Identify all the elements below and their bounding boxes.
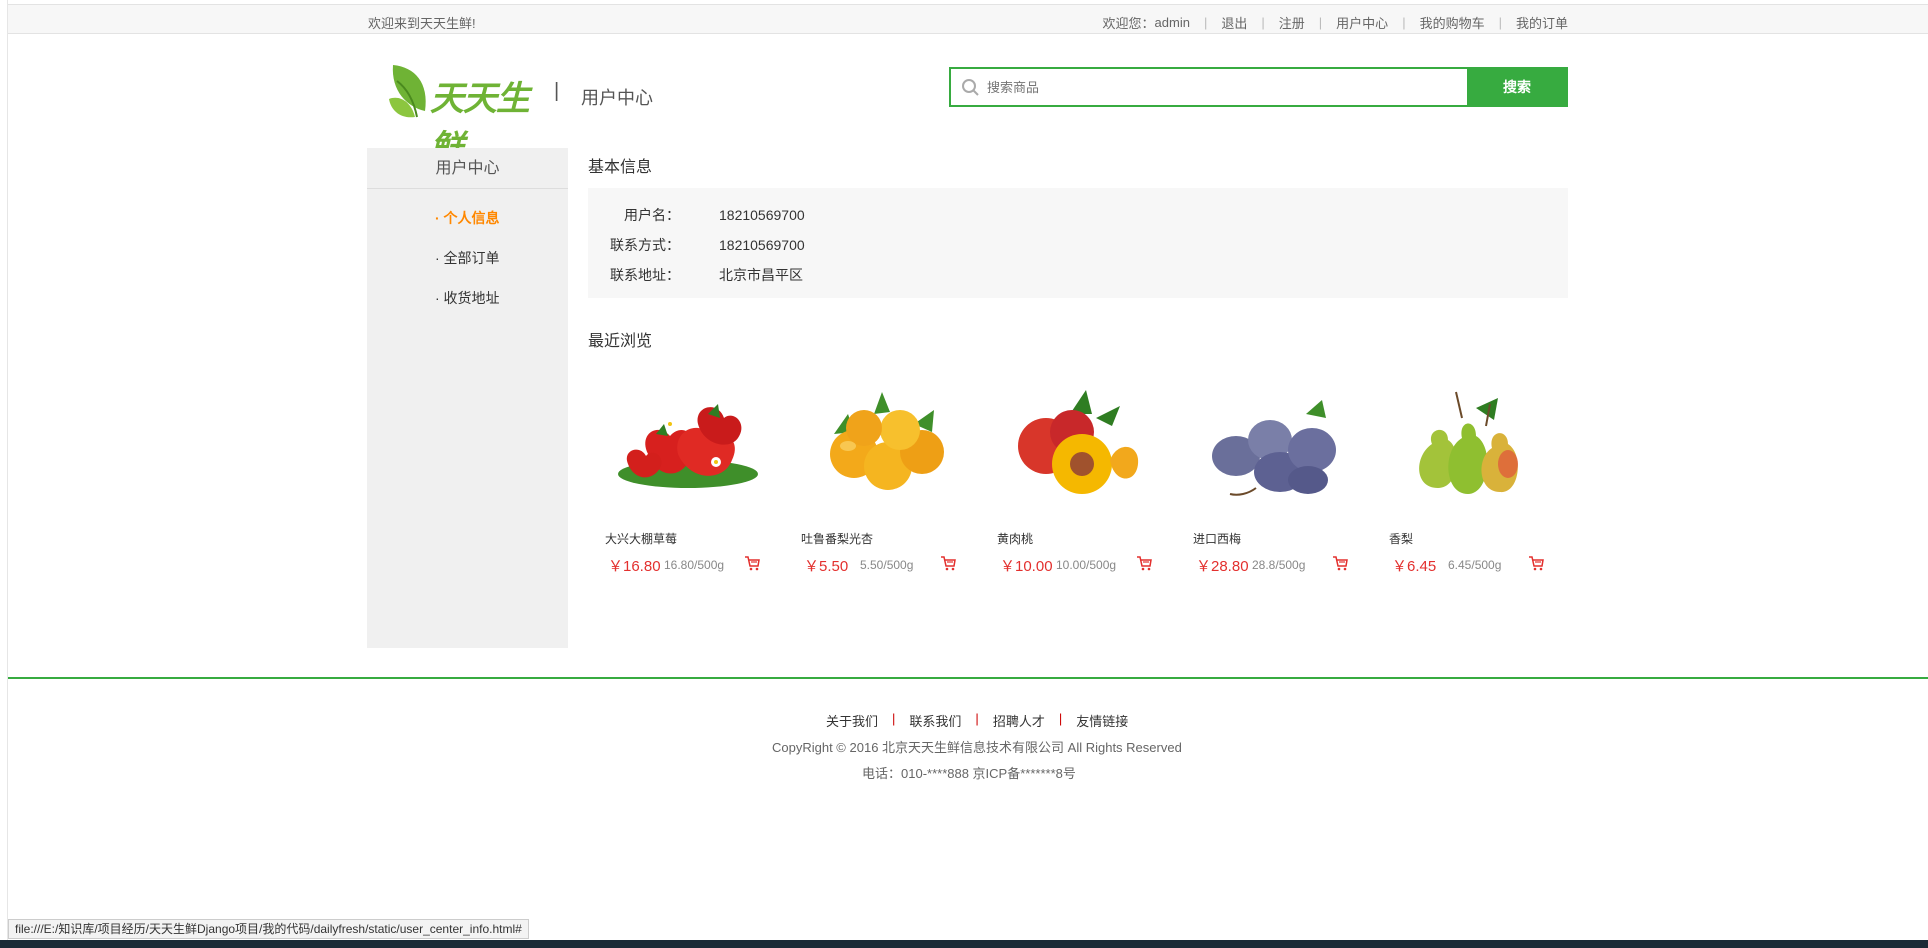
basic-info-title: 基本信息 [588, 159, 653, 176]
my-cart-link[interactable]: 我的购物车 [1420, 13, 1485, 32]
page-title: 用户中心 [581, 88, 653, 108]
recent-title: 最近浏览 [588, 333, 653, 350]
recent-goods-list: 大兴大棚草莓 ￥16.80 16.80/500g 吐鲁番梨光杏 ￥5.50 5.… [588, 374, 1568, 584]
goods-price: ￥5.50 [804, 558, 849, 575]
footer-link-friends[interactable]: 友情链接 [1076, 711, 1128, 730]
footer-link-contact[interactable]: 联系我们 [909, 711, 961, 730]
logout-link[interactable]: 退出 [1221, 13, 1247, 32]
logo[interactable]: 天天生鲜 [385, 61, 540, 168]
search-button[interactable]: 搜索 [1467, 68, 1567, 106]
add-to-cart-icon[interactable] [744, 555, 760, 571]
info-label: 联系地址： [610, 267, 680, 283]
copyright-text: CopyRight © 2016 北京天天生鲜信息技术有限公司 All Righ… [772, 740, 1182, 755]
goods-item[interactable]: 香梨 ￥6.45 6.45/500g [1372, 374, 1568, 584]
search-bar: 搜索 [949, 67, 1568, 107]
add-to-cart-icon[interactable] [940, 555, 956, 571]
my-orders-link[interactable]: 我的订单 [1516, 13, 1568, 32]
top-bar: 欢迎来到天天生鲜! 欢迎您： admin | 退出 | 注册 | 用户中心 | … [8, 4, 1928, 34]
goods-unit: 5.50/500g [860, 558, 914, 572]
goods-name[interactable]: 进口西梅 [1193, 530, 1241, 547]
user-prefix: 欢迎您： [1102, 16, 1155, 31]
goods-price: ￥10.00 [1000, 558, 1053, 575]
footer-link-about[interactable]: 关于我们 [826, 711, 878, 730]
goods-unit: 28.8/500g [1252, 558, 1306, 572]
add-to-cart-icon[interactable] [1528, 555, 1544, 571]
sidebar-menu: · 个人信息 · 全部订单 · 收货地址 [367, 189, 568, 323]
tel-text: 电话：010-****888 京ICP备*******8号 [862, 766, 1076, 781]
top-links: 欢迎您： admin | 退出 | 注册 | 用户中心 | 我的购物车 | 我的… [1102, 13, 1568, 32]
basic-info-box: 用户名： 18210569700 联系方式： 18210569700 联系地址：… [588, 188, 1568, 298]
goods-name[interactable]: 大兴大棚草莓 [605, 530, 677, 547]
add-to-cart-icon[interactable] [1332, 555, 1348, 571]
info-label: 用户名： [624, 207, 680, 223]
goods-price: ￥6.45 [1392, 558, 1437, 575]
register-link[interactable]: 注册 [1279, 13, 1305, 32]
goods-name[interactable]: 黄肉桃 [997, 530, 1033, 547]
plum-image[interactable] [1196, 384, 1356, 504]
goods-price: ￥16.80 [608, 558, 661, 575]
pear-image[interactable] [1392, 384, 1552, 504]
info-row: 联系地址： 北京市昌平区 [588, 260, 1568, 290]
peach-image[interactable] [1000, 384, 1160, 504]
sidebar: 用户中心 · 个人信息 · 全部订单 · 收货地址 [367, 148, 568, 648]
footer-links: 关于我们 | 联系我们 | 招聘人才 | 友情链接 [826, 711, 1129, 730]
goods-unit: 6.45/500g [1448, 558, 1502, 572]
apricot-image[interactable] [804, 384, 964, 504]
info-row: 联系方式： 18210569700 [588, 230, 1568, 260]
goods-price: ￥28.80 [1196, 558, 1249, 575]
header-divider: | [554, 80, 560, 102]
info-row: 用户名： 18210569700 [588, 200, 1568, 230]
strawberry-image[interactable] [608, 384, 768, 504]
sidebar-item-addresses[interactable]: · 收货地址 [367, 283, 568, 323]
sidebar-item-personal-info[interactable]: · 个人信息 [367, 203, 568, 243]
taskbar [0, 940, 1928, 948]
left-window-edge [0, 0, 8, 948]
search-input[interactable] [987, 69, 1467, 105]
goods-unit: 10.00/500g [1056, 558, 1117, 572]
goods-name[interactable]: 吐鲁番梨光杏 [801, 530, 873, 547]
welcome-text: 欢迎来到天天生鲜! [368, 16, 476, 31]
goods-name[interactable]: 香梨 [1389, 530, 1413, 547]
info-value: 18210569700 [719, 207, 805, 223]
search-icon [951, 69, 987, 105]
sidebar-item-all-orders[interactable]: · 全部订单 [367, 243, 568, 283]
goods-unit: 16.80/500g [664, 558, 725, 572]
info-label: 联系方式： [610, 237, 680, 253]
user-center-link[interactable]: 用户中心 [1336, 13, 1388, 32]
info-value: 18210569700 [719, 237, 805, 253]
username: admin [1154, 15, 1190, 30]
goods-item[interactable]: 大兴大棚草莓 ￥16.80 16.80/500g [588, 374, 784, 584]
footer: 关于我们 | 联系我们 | 招聘人才 | 友情链接 CopyRight © 20… [8, 677, 1928, 781]
goods-item[interactable]: 黄肉桃 ￥10.00 10.00/500g [980, 374, 1176, 584]
add-to-cart-icon[interactable] [1136, 555, 1152, 571]
goods-item[interactable]: 进口西梅 ￥28.80 28.8/500g [1176, 374, 1372, 584]
main-content: 基本信息 用户名： 18210569700 联系方式： 18210569700 … [588, 148, 1568, 584]
info-value: 北京市昌平区 [719, 267, 803, 283]
browser-status-bar: file:///E:/知识库/项目经历/天天生鲜Django项目/我的代码/da… [8, 919, 529, 939]
sidebar-title: 用户中心 [367, 148, 568, 189]
footer-link-jobs[interactable]: 招聘人才 [993, 711, 1045, 730]
goods-item[interactable]: 吐鲁番梨光杏 ￥5.50 5.50/500g [784, 374, 980, 584]
